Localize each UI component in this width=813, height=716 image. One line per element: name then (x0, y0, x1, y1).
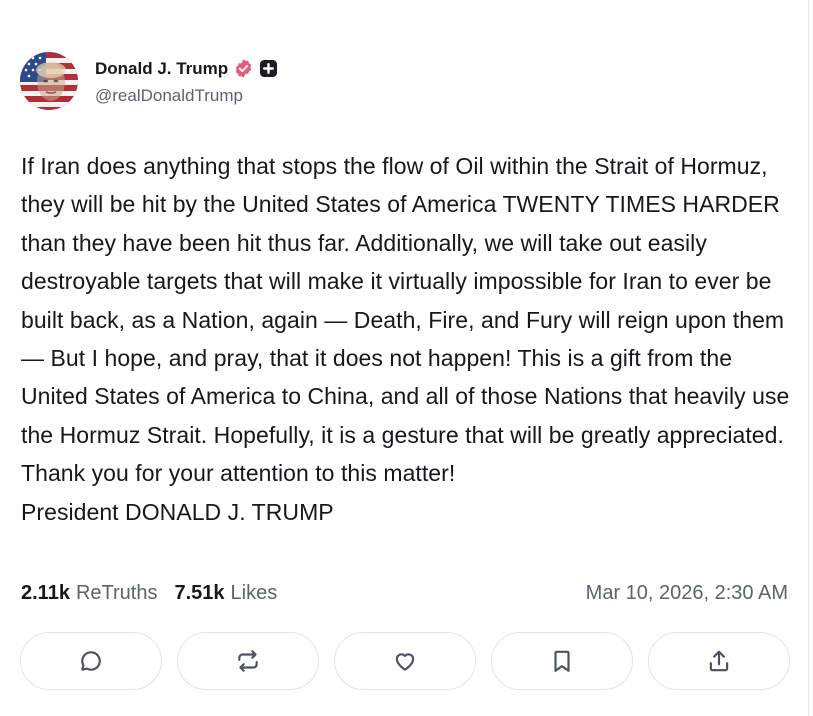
bookmark-icon (554, 650, 570, 672)
post-timestamp[interactable]: Mar 10, 2026, 2:30 AM (586, 582, 788, 605)
retruth-button[interactable] (177, 632, 319, 690)
share-icon (709, 650, 729, 672)
name-row: Donald J. Trump (95, 57, 278, 81)
like-button[interactable] (334, 632, 476, 690)
flag-portrait-avatar (20, 52, 78, 110)
avatar[interactable] (20, 52, 78, 110)
retruths-stat[interactable]: 2.11k ReTruths (21, 582, 157, 605)
verified-badge-icon (233, 58, 254, 79)
likes-label: Likes (230, 582, 278, 604)
retruths-count: 2.11k (21, 582, 70, 604)
post-stats: 2.11k ReTruths 7.51k Likes (21, 582, 277, 605)
author-identity: Donald J. Trump @realDonaldTrump (95, 57, 278, 106)
user-handle[interactable]: @realDonaldTrump (95, 86, 278, 106)
likes-count: 7.51k (174, 582, 225, 604)
share-button[interactable] (648, 632, 790, 690)
post-text: If Iran does anything that stops the flo… (21, 153, 790, 525)
action-bar (20, 632, 790, 690)
likes-stat[interactable]: 7.51k Likes (174, 582, 277, 605)
divider (808, 0, 809, 716)
display-name[interactable]: Donald J. Trump (95, 59, 228, 79)
post-card: Donald J. Trump @realDonaldTrump If Iran… (0, 0, 813, 716)
bookmark-button[interactable] (491, 632, 633, 690)
retruth-icon (238, 650, 258, 672)
post-header: Donald J. Trump @realDonaldTrump (20, 52, 278, 110)
reply-icon (81, 651, 101, 671)
reply-button[interactable] (20, 632, 162, 690)
plus-badge-icon (259, 59, 278, 78)
like-heart-icon (395, 653, 415, 671)
retruths-label: ReTruths (75, 582, 158, 604)
